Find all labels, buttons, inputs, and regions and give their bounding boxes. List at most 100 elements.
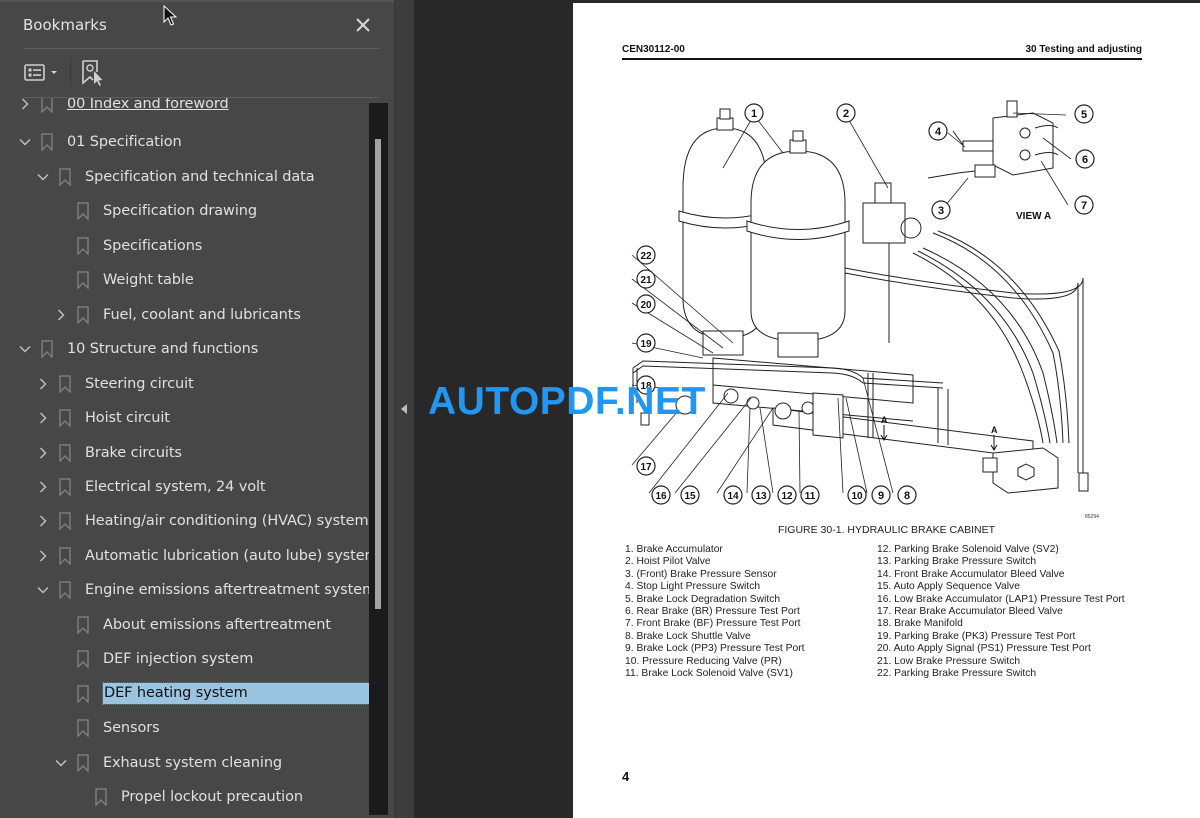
chevron-right-icon[interactable]	[18, 98, 32, 111]
chevron-right-icon[interactable]	[36, 446, 50, 460]
legend-item: 17. Rear Brake Accumulator Bleed Valve	[877, 606, 1063, 618]
bookmark-label: Exhaust system cleaning	[103, 754, 283, 771]
chevron-right-icon[interactable]	[54, 308, 68, 322]
bookmark-icon	[59, 512, 71, 532]
legend-item: 13. Parking Brake Pressure Switch	[877, 556, 1037, 568]
bookmark-item[interactable]: 10 Structure and functions	[0, 335, 369, 363]
callout-16: 16	[651, 485, 671, 505]
callout-9: 9	[871, 485, 891, 505]
bookmark-icon	[59, 547, 71, 566]
legend-item: 14. Front Brake Accumulator Bleed Valve	[877, 568, 1065, 580]
callout-20: 20	[636, 294, 656, 314]
bookmark-icon	[77, 237, 89, 256]
chevron-down-icon[interactable]	[36, 583, 50, 597]
callout-12: 12	[777, 485, 797, 505]
scrollbar-thumb[interactable]	[375, 138, 381, 609]
bookmark-item[interactable]: Steering circuit	[0, 370, 369, 398]
bookmark-item[interactable]: DEF heating system	[0, 680, 369, 708]
bookmark-item[interactable]: Engine emissions aftertreatment system	[0, 576, 369, 604]
bookmark-icon	[77, 616, 89, 635]
legend-item: 18. Brake Manifold	[877, 618, 963, 630]
drawing-code: 85294	[1085, 514, 1099, 520]
bookmark-item[interactable]: 00 Index and foreword	[0, 98, 369, 118]
callout-4: 4	[928, 121, 948, 141]
legend-item: 9. Brake Lock (PP3) Pressure Test Port	[625, 643, 805, 655]
bookmark-icon	[77, 202, 89, 222]
callout-15: 15	[680, 485, 700, 505]
bookmark-label: Steering circuit	[85, 375, 194, 392]
bookmark-add-icon	[82, 60, 103, 86]
bookmark-options-button[interactable]	[22, 60, 62, 86]
bookmark-icon	[77, 305, 89, 325]
callout-13: 13	[751, 485, 771, 505]
legend-item: 20. Auto Apply Signal (PS1) Pressure Tes…	[877, 643, 1091, 655]
bookmark-label: Heating/air conditioning (HVAC) system	[85, 513, 369, 530]
bookmark-item[interactable]: Hoist circuit	[0, 404, 369, 432]
callout-number: 16	[655, 491, 667, 502]
callout-5: 5	[1074, 104, 1094, 124]
chevron-right-icon[interactable]	[36, 411, 50, 425]
chevron-down-icon[interactable]	[36, 170, 50, 184]
cabinet-drawing	[632, 100, 1089, 494]
legend-item: 12. Parking Brake Solenoid Valve (SV2)	[877, 544, 1059, 555]
section-title: 30 Testing and adjusting	[1025, 44, 1143, 55]
legend-item: 6. Rear Brake (BR) Pressure Test Port	[625, 606, 800, 618]
callout-18: 18	[636, 375, 656, 395]
bookmark-icon	[59, 409, 71, 428]
bookmark-item[interactable]: Exhaust system cleaning	[0, 749, 369, 777]
callout-number: 6	[1082, 154, 1088, 166]
legend-item: 10. Pressure Reducing Valve (PR)	[625, 655, 782, 667]
callout-number: 11	[805, 491, 816, 502]
bookmark-label: Fuel, coolant and lubricants	[103, 306, 301, 323]
callout-10: 10	[847, 485, 867, 505]
bookmark-icon	[41, 133, 53, 153]
bookmark-item[interactable]: Fuel, coolant and lubricants	[0, 301, 369, 329]
chevron-down-icon[interactable]	[18, 342, 32, 356]
bookmark-item[interactable]: Weight table	[0, 266, 369, 294]
chevron-down-icon[interactable]	[18, 135, 32, 149]
bookmark-scrollbar[interactable]	[369, 103, 388, 815]
callout-number: 19	[640, 339, 652, 350]
bookmark-item[interactable]: Specifications	[0, 232, 369, 260]
bookmark-icon	[77, 753, 89, 773]
chevron-right-icon[interactable]	[36, 480, 50, 494]
chevron-down-icon[interactable]	[54, 756, 68, 770]
chevron-right-icon[interactable]	[36, 377, 50, 391]
callout-2: 2	[836, 103, 856, 123]
legend-item: 8. Brake Lock Shuttle Valve	[625, 630, 751, 642]
callout-number: 17	[640, 462, 652, 473]
collapse-panel-button[interactable]	[394, 396, 414, 422]
chevron-right-icon[interactable]	[36, 514, 50, 528]
legend-item: 11. Brake Lock Solenoid Valve (SV1)	[625, 668, 793, 680]
legend-column-1: 1. Brake Accumulator 2. Hoist Pilot Valve…	[625, 544, 805, 680]
bookmark-item[interactable]: Heating/air conditioning (HVAC) system	[0, 507, 369, 535]
bookmark-item[interactable]: Specification and technical data	[0, 163, 369, 191]
bookmark-item[interactable]: 01 Specification	[0, 128, 369, 156]
callout-19: 19	[636, 333, 656, 353]
panel-divider	[23, 48, 379, 49]
bookmark-item[interactable]: Sensors	[0, 714, 369, 742]
document-view[interactable]: CEN30112-00 30 Testing and adjusting 1 2…	[414, 0, 1200, 818]
callout-1: 1	[744, 103, 764, 123]
bookmark-item[interactable]: About emissions aftertreatment	[0, 611, 369, 639]
callout-number: 1	[751, 108, 757, 120]
legend-item: 4. Stop Light Pressure Switch	[625, 581, 761, 593]
close-panel-button[interactable]	[352, 14, 374, 36]
bookmark-item[interactable]: Specification drawing	[0, 197, 369, 225]
chevron-down-icon	[51, 71, 57, 74]
chevron-right-icon[interactable]	[36, 549, 50, 563]
bookmark-label: 10 Structure and functions	[67, 341, 259, 358]
add-bookmark-button[interactable]	[80, 58, 106, 88]
bookmark-item[interactable]: Brake circuits	[0, 439, 369, 467]
legend-item: 5. Brake Lock Degradation Switch	[625, 593, 781, 605]
callout-number: 13	[755, 491, 767, 502]
bookmark-item[interactable]: Propel lockout precaution	[0, 783, 369, 811]
bookmark-icon	[41, 340, 53, 359]
bookmark-icon	[77, 719, 89, 738]
bookmark-item[interactable]: Electrical system, 24 volt	[0, 473, 369, 501]
legend-column-2: 12. Parking Brake Solenoid Valve (SV2) 13…	[877, 544, 1125, 680]
bookmark-item[interactable]: DEF injection system	[0, 645, 369, 673]
bookmark-item[interactable]: Automatic lubrication (auto lube) system	[0, 542, 369, 570]
callout-11: 11	[800, 485, 820, 505]
panel-title: Bookmarks	[23, 16, 107, 34]
